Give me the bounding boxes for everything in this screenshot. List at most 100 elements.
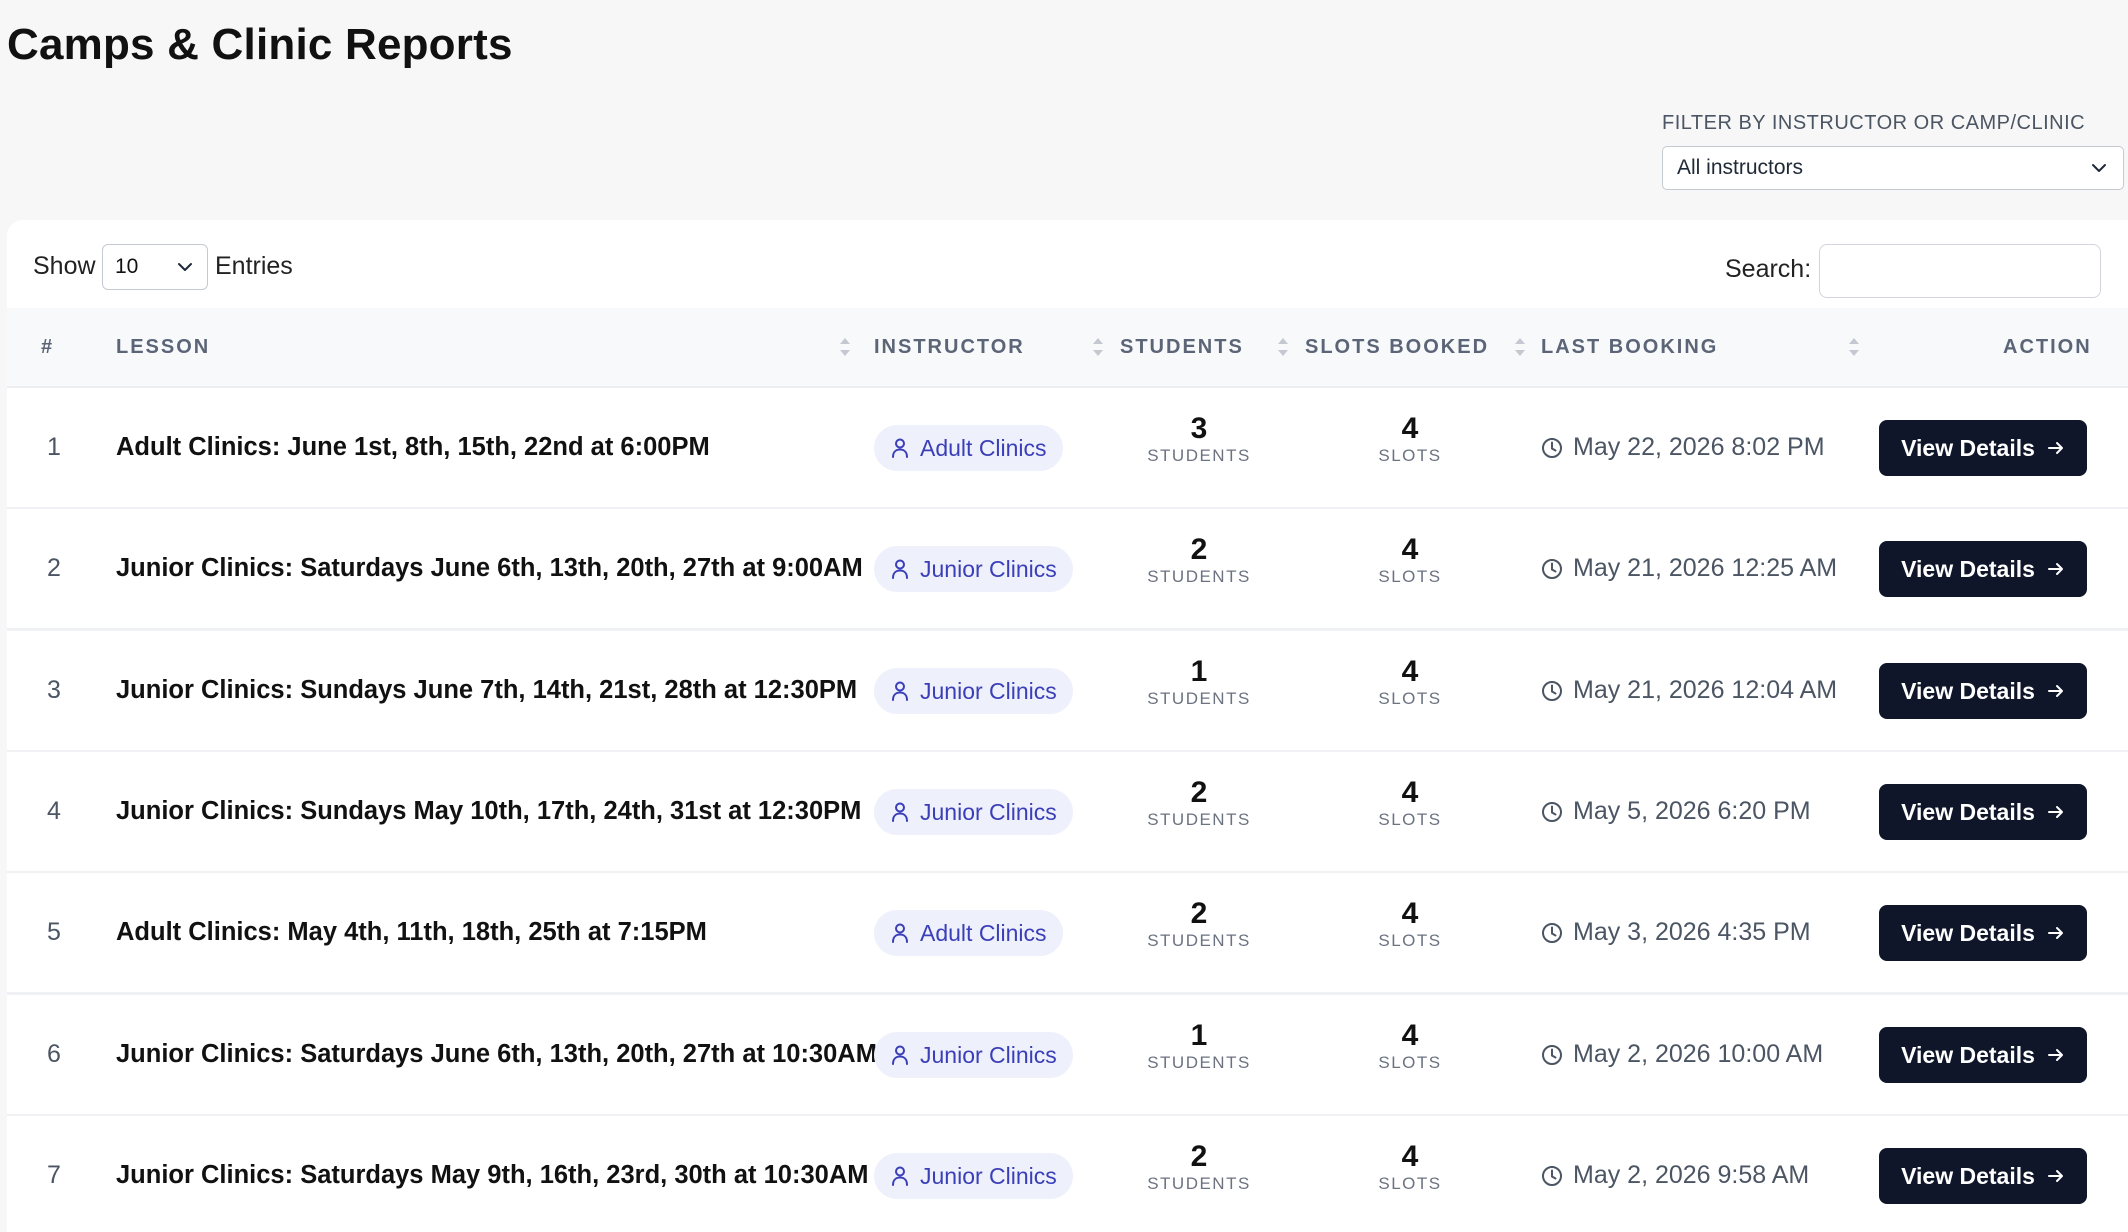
- column-header-students[interactable]: STUDENTS: [1120, 308, 1244, 386]
- row-number: 4: [47, 797, 61, 825]
- students-unit: STUDENTS: [1147, 810, 1251, 829]
- column-header-last-booking[interactable]: LAST BOOKING: [1541, 308, 1718, 386]
- slots-count: 4 SLOTS: [1340, 655, 1480, 709]
- last-booking: May 21, 2026 12:25 AM: [1541, 509, 1837, 628]
- sort-icon[interactable]: [1848, 334, 1860, 360]
- row-number: 3: [47, 676, 61, 704]
- user-icon: [890, 801, 910, 823]
- instructor-badge[interactable]: Junior Clinics: [874, 789, 1073, 835]
- column-header-action: ACTION: [2003, 335, 2092, 358]
- students-value: 2: [1190, 897, 1208, 930]
- students-unit: STUDENTS: [1147, 689, 1251, 708]
- sort-icon[interactable]: [1277, 334, 1289, 360]
- last-booking: May 21, 2026 12:04 AM: [1541, 631, 1837, 750]
- instructor-name: Junior Clinics: [920, 798, 1057, 825]
- instructor-badge[interactable]: Junior Clinics: [874, 546, 1073, 592]
- view-details-button[interactable]: View Details: [1879, 784, 2087, 840]
- last-booking: May 5, 2026 6:20 PM: [1541, 752, 1811, 871]
- lesson-name: Junior Clinics: Saturdays June 6th, 13th…: [116, 1040, 877, 1068]
- last-booking-time: May 22, 2026 8:02 PM: [1573, 433, 1825, 461]
- instructor-badge[interactable]: Junior Clinics: [874, 1153, 1073, 1199]
- view-details-label: View Details: [1901, 919, 2035, 946]
- slots-unit: SLOTS: [1378, 567, 1442, 586]
- students-count: 2 STUDENTS: [1129, 533, 1269, 587]
- sort-icon[interactable]: [1514, 334, 1526, 360]
- clock-icon: [1541, 558, 1563, 580]
- view-details-button[interactable]: View Details: [1879, 1148, 2087, 1204]
- instructor-filter-select[interactable]: All instructors: [1662, 146, 2124, 190]
- last-booking: May 3, 2026 4:35 PM: [1541, 873, 1811, 992]
- entries-label: Entries: [215, 252, 293, 280]
- students-unit: STUDENTS: [1147, 1053, 1251, 1072]
- slots-value: 4: [1401, 655, 1419, 688]
- slots-count: 4 SLOTS: [1340, 533, 1480, 587]
- user-icon: [890, 558, 910, 580]
- students-value: 1: [1190, 1019, 1208, 1052]
- instructor-badge[interactable]: Adult Clinics: [874, 910, 1063, 956]
- column-header-instructor[interactable]: INSTRUCTOR: [874, 308, 1025, 386]
- last-booking-time: May 2, 2026 9:58 AM: [1573, 1161, 1810, 1189]
- table-header: # LESSON INSTRUCTOR STUDENTS SLOTS BOOKE…: [7, 308, 2128, 388]
- slots-count: 4 SLOTS: [1340, 897, 1480, 951]
- view-details-button[interactable]: View Details: [1879, 1027, 2087, 1083]
- students-count: 2 STUDENTS: [1129, 897, 1269, 951]
- user-icon: [890, 680, 910, 702]
- clock-icon: [1541, 680, 1563, 702]
- view-details-button[interactable]: View Details: [1879, 663, 2087, 719]
- view-details-label: View Details: [1901, 677, 2035, 704]
- last-booking-time: May 2, 2026 10:00 AM: [1573, 1040, 1824, 1068]
- students-count: 1 STUDENTS: [1129, 1019, 1269, 1073]
- students-unit: STUDENTS: [1147, 567, 1251, 586]
- row-number: 2: [47, 554, 61, 582]
- slots-value: 4: [1401, 1140, 1419, 1173]
- last-booking-time: May 21, 2026 12:25 AM: [1573, 554, 1838, 582]
- students-value: 3: [1190, 412, 1208, 445]
- instructor-badge[interactable]: Junior Clinics: [874, 668, 1073, 714]
- view-details-label: View Details: [1901, 555, 2035, 582]
- column-header-slots-booked[interactable]: SLOTS BOOKED: [1305, 308, 1489, 386]
- slots-unit: SLOTS: [1378, 446, 1442, 465]
- table-row: 3 Junior Clinics: Sundays June 7th, 14th,…: [7, 631, 2128, 753]
- row-number: 7: [47, 1161, 61, 1189]
- chevron-down-icon: [178, 263, 192, 271]
- last-booking-time: May 21, 2026 12:04 AM: [1573, 676, 1838, 704]
- slots-value: 4: [1401, 897, 1419, 930]
- search-input[interactable]: [1819, 244, 2101, 298]
- last-booking: May 2, 2026 9:58 AM: [1541, 1116, 1809, 1232]
- last-booking: May 22, 2026 8:02 PM: [1541, 388, 1825, 507]
- table-row: 7 Junior Clinics: Saturdays May 9th, 16th…: [7, 1116, 2128, 1232]
- row-number: 1: [47, 433, 61, 461]
- lesson-name: Adult Clinics: May 4th, 11th, 18th, 25th…: [116, 918, 707, 946]
- slots-value: 4: [1401, 412, 1419, 445]
- arrow-right-icon: [2047, 560, 2065, 578]
- lesson-name: Adult Clinics: June 1st, 8th, 15th, 22nd…: [116, 433, 710, 461]
- user-icon: [890, 437, 910, 459]
- sort-icon[interactable]: [839, 334, 851, 360]
- lesson-name: Junior Clinics: Saturdays May 9th, 16th,…: [116, 1161, 869, 1189]
- instructor-badge[interactable]: Adult Clinics: [874, 425, 1063, 471]
- filter-selected-value: All instructors: [1677, 156, 1804, 179]
- instructor-name: Adult Clinics: [920, 434, 1047, 461]
- entries-per-page-select[interactable]: 10: [102, 244, 208, 290]
- arrow-right-icon: [2047, 1167, 2065, 1185]
- sort-icon[interactable]: [1092, 334, 1104, 360]
- arrow-right-icon: [2047, 803, 2065, 821]
- arrow-right-icon: [2047, 439, 2065, 457]
- view-details-button[interactable]: View Details: [1879, 905, 2087, 961]
- slots-value: 4: [1401, 776, 1419, 809]
- students-value: 1: [1190, 655, 1208, 688]
- view-details-button[interactable]: View Details: [1879, 420, 2087, 476]
- user-icon: [890, 1044, 910, 1066]
- instructor-badge[interactable]: Junior Clinics: [874, 1032, 1073, 1078]
- column-header-lesson[interactable]: LESSON: [116, 308, 210, 386]
- slots-unit: SLOTS: [1378, 689, 1442, 708]
- slots-count: 4 SLOTS: [1340, 412, 1480, 466]
- chevron-down-icon: [2092, 164, 2106, 172]
- students-count: 3 STUDENTS: [1129, 412, 1269, 466]
- students-value: 2: [1190, 776, 1208, 809]
- view-details-button[interactable]: View Details: [1879, 541, 2087, 597]
- table-row: 1 Adult Clinics: June 1st, 8th, 15th, 22n…: [7, 388, 2128, 510]
- column-header-number: #: [41, 335, 55, 358]
- slots-count: 4 SLOTS: [1340, 1140, 1480, 1194]
- slots-value: 4: [1401, 533, 1419, 566]
